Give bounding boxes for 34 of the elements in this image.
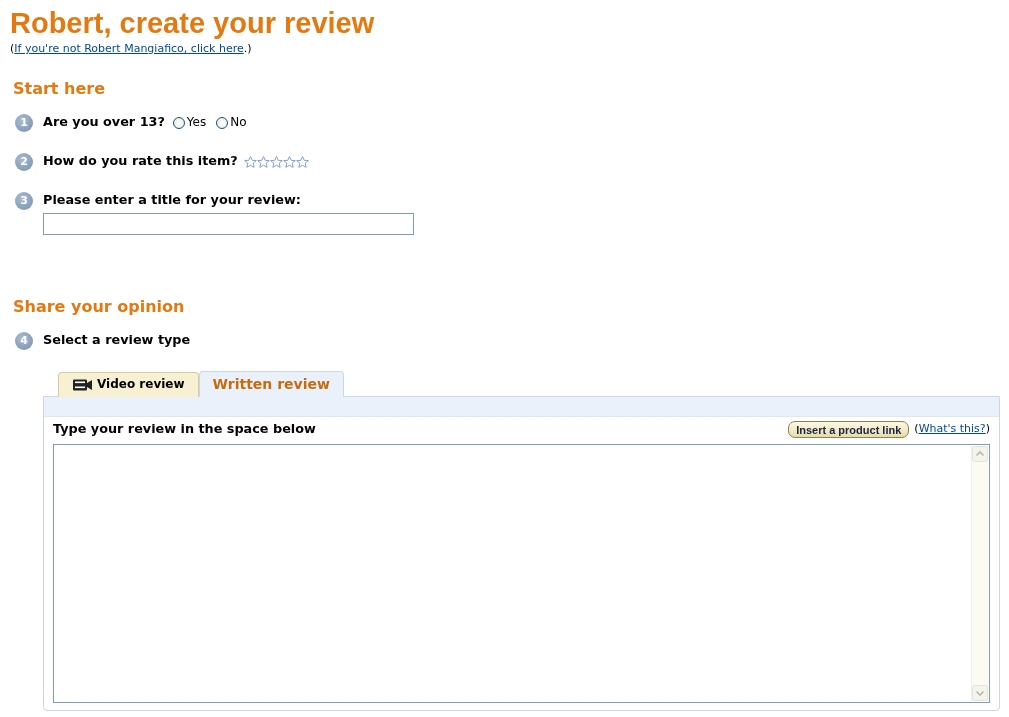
- star-icon[interactable]: [269, 155, 283, 168]
- help-note: (What's this?): [914, 422, 990, 437]
- radio-button[interactable]: [216, 116, 229, 129]
- star-icon[interactable]: [282, 155, 296, 168]
- tab[interactable]: Video review: [58, 371, 199, 397]
- step-number: 4: [15, 331, 33, 350]
- radio-button[interactable]: [172, 116, 185, 129]
- star-icon[interactable]: [243, 155, 257, 168]
- chevron-up-icon[interactable]: [972, 445, 988, 462]
- step-label: How do you rate this item?: [43, 153, 238, 170]
- step-label: Please enter a title for your review:: [43, 192, 301, 209]
- section-heading: Start here: [13, 77, 106, 100]
- step-label: Are you over 13?: [43, 114, 165, 131]
- switch-user-link[interactable]: If you're not Robert Mangiafico, click here: [14, 42, 244, 55]
- option-label: Yes: [186, 114, 207, 131]
- insert-link-button[interactable]: Insert a product link: [788, 421, 910, 439]
- scrollbar[interactable]: [971, 445, 988, 701]
- section-heading: Share your opinion: [13, 295, 185, 318]
- star-icon[interactable]: [256, 155, 270, 168]
- star-icon[interactable]: [295, 155, 309, 168]
- video-camera-icon: [73, 378, 92, 391]
- step-number: 1: [15, 113, 33, 132]
- help-link[interactable]: What's this?: [918, 422, 986, 436]
- title-input[interactable]: [43, 212, 414, 235]
- step-label: Select a review type: [43, 332, 191, 349]
- step-number: 3: [15, 191, 33, 210]
- identity-note: (If you're not Robert Mangiafico, click here.): [10, 42, 252, 55]
- chevron-down-icon[interactable]: [972, 684, 988, 701]
- star-rating[interactable]: [243, 155, 309, 168]
- option-label: No: [230, 114, 247, 131]
- step-number: 2: [15, 152, 33, 171]
- review-text-field[interactable]: [53, 443, 990, 703]
- review-prompt: Type your review in the space below: [53, 421, 316, 438]
- page-title: Robert, create your review: [10, 6, 375, 40]
